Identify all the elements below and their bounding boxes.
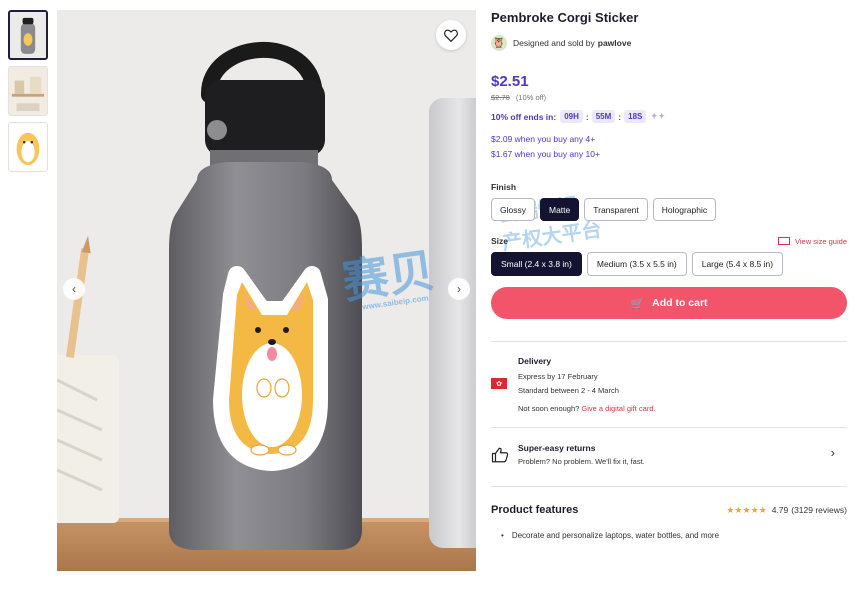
review-count: (3129 reviews): [791, 505, 847, 515]
bulk-price-4: $2.09 when you buy any 4+: [491, 134, 596, 144]
bulk-pricing: $2.09 when you buy any 4+ $1.67 when you…: [491, 132, 847, 162]
returns-section[interactable]: Super-easy returns Problem? No problem. …: [491, 428, 847, 487]
not-soon-enough: Not soon enough? Give a digital gift car…: [518, 402, 847, 416]
sticker-thumbnail-image: [9, 123, 47, 171]
seller-name-link[interactable]: pawlove: [598, 38, 632, 48]
water-bottle-scene: [57, 10, 476, 571]
discount-note: (10% off): [515, 93, 547, 102]
chevron-left-icon: ‹: [72, 282, 76, 296]
thumbnail-bottle[interactable]: [8, 10, 48, 60]
corgi-sticker: [213, 266, 328, 471]
finish-option-holographic[interactable]: Holographic: [652, 198, 717, 221]
flag-icon: ✿: [491, 378, 507, 389]
sale-countdown: 10% off ends in: 09H : 55M : 18S ✦✦: [491, 110, 666, 123]
cart-icon: 🛒: [630, 297, 645, 310]
current-price: $2.51: [491, 73, 529, 90]
features-heading: Product features: [491, 504, 579, 516]
rating-value: 4.79: [771, 505, 789, 515]
thumbnail-list: [8, 10, 50, 178]
add-to-cart-label: Add to cart: [652, 297, 708, 309]
seller-prefix: Designed and sold by: [513, 38, 595, 48]
size-option-medium[interactable]: Medium (3.5 x 5.5 in): [586, 252, 687, 276]
heart-icon: [444, 29, 458, 42]
size-option-large[interactable]: Large (5.4 x 8.5 in): [691, 252, 784, 276]
product-title: Pembroke Corgi Sticker: [491, 10, 639, 25]
seller-info: 🦉 Designed and sold by pawlove: [491, 35, 847, 51]
sparkle-icon: ✦✦: [650, 111, 666, 121]
delivery-section: ✿ Delivery Express by 17 February Standa…: [491, 341, 847, 428]
timer-hours: 09H: [560, 110, 583, 123]
original-price: $2.78: [491, 93, 510, 102]
finish-options: Glossy Matte Transparent Holographic: [491, 198, 847, 221]
not-soon-text: Not soon enough?: [518, 404, 580, 413]
size-guide-link[interactable]: View size guide: [778, 237, 847, 246]
size-header: Size View size guide: [491, 236, 847, 246]
add-to-cart-button[interactable]: 🛒 Add to cart: [491, 287, 847, 319]
star-rating-icons: ★★★★★: [726, 504, 767, 515]
sale-label: 10% off ends in:: [491, 111, 557, 122]
thumbs-up-icon: [491, 447, 509, 463]
delivery-standard: Standard between 2 - 4 March: [518, 386, 619, 395]
ruler-icon: [778, 237, 791, 245]
size-options: Small (2.4 x 3.8 in) Medium (3.5 x 5.5 i…: [491, 252, 847, 276]
favorite-button[interactable]: [436, 20, 466, 50]
thumbnail-shelf[interactable]: [8, 66, 48, 116]
timer-minutes: 55M: [591, 110, 616, 123]
product-details: Pembroke Corgi Sticker 🦉 Designed and so…: [491, 10, 847, 540]
rating-summary[interactable]: ★★★★★ 4.79 (3129 reviews): [726, 505, 847, 516]
size-option-small[interactable]: Small (2.4 x 3.8 in): [491, 252, 582, 276]
bulk-price-10: $1.67 when you buy any 10+: [491, 149, 600, 159]
gift-card-link[interactable]: Give a digital gift card.: [581, 404, 655, 413]
shelf-thumbnail-image: [9, 67, 47, 115]
bottle-thumbnail-image: [10, 12, 46, 58]
returns-heading: Super-easy returns: [518, 443, 596, 453]
timer-seconds: 18S: [624, 110, 647, 123]
chevron-right-icon: ›: [830, 445, 835, 460]
size-label: Size: [491, 236, 509, 246]
finish-label: Finish: [491, 182, 517, 192]
feature-bullet: • Decorate and personalize laptops, wate…: [501, 531, 720, 540]
delivery-express: Express by 17 February: [518, 372, 598, 381]
size-guide-label: View size guide: [795, 236, 847, 246]
returns-text: Problem? No problem. We'll fix it, fast.: [518, 457, 645, 466]
finish-option-glossy[interactable]: Glossy: [491, 198, 535, 221]
next-image-button[interactable]: ›: [448, 278, 470, 300]
delivery-heading: Delivery: [518, 356, 552, 366]
finish-option-transparent[interactable]: Transparent: [584, 198, 648, 221]
previous-image-button[interactable]: ‹: [63, 278, 85, 300]
finish-option-matte[interactable]: Matte: [539, 198, 580, 221]
chevron-right-icon: ›: [457, 282, 461, 296]
seller-avatar[interactable]: 🦉: [491, 35, 507, 51]
product-image: ‹ ›: [57, 10, 476, 571]
thumbnail-sticker[interactable]: [8, 122, 48, 172]
feature-text: Decorate and personalize laptops, water …: [511, 531, 720, 540]
product-features-header: Product features ★★★★★ 4.79 (3129 review…: [491, 504, 847, 516]
original-price-row: $2.78 (10% off): [491, 93, 847, 102]
